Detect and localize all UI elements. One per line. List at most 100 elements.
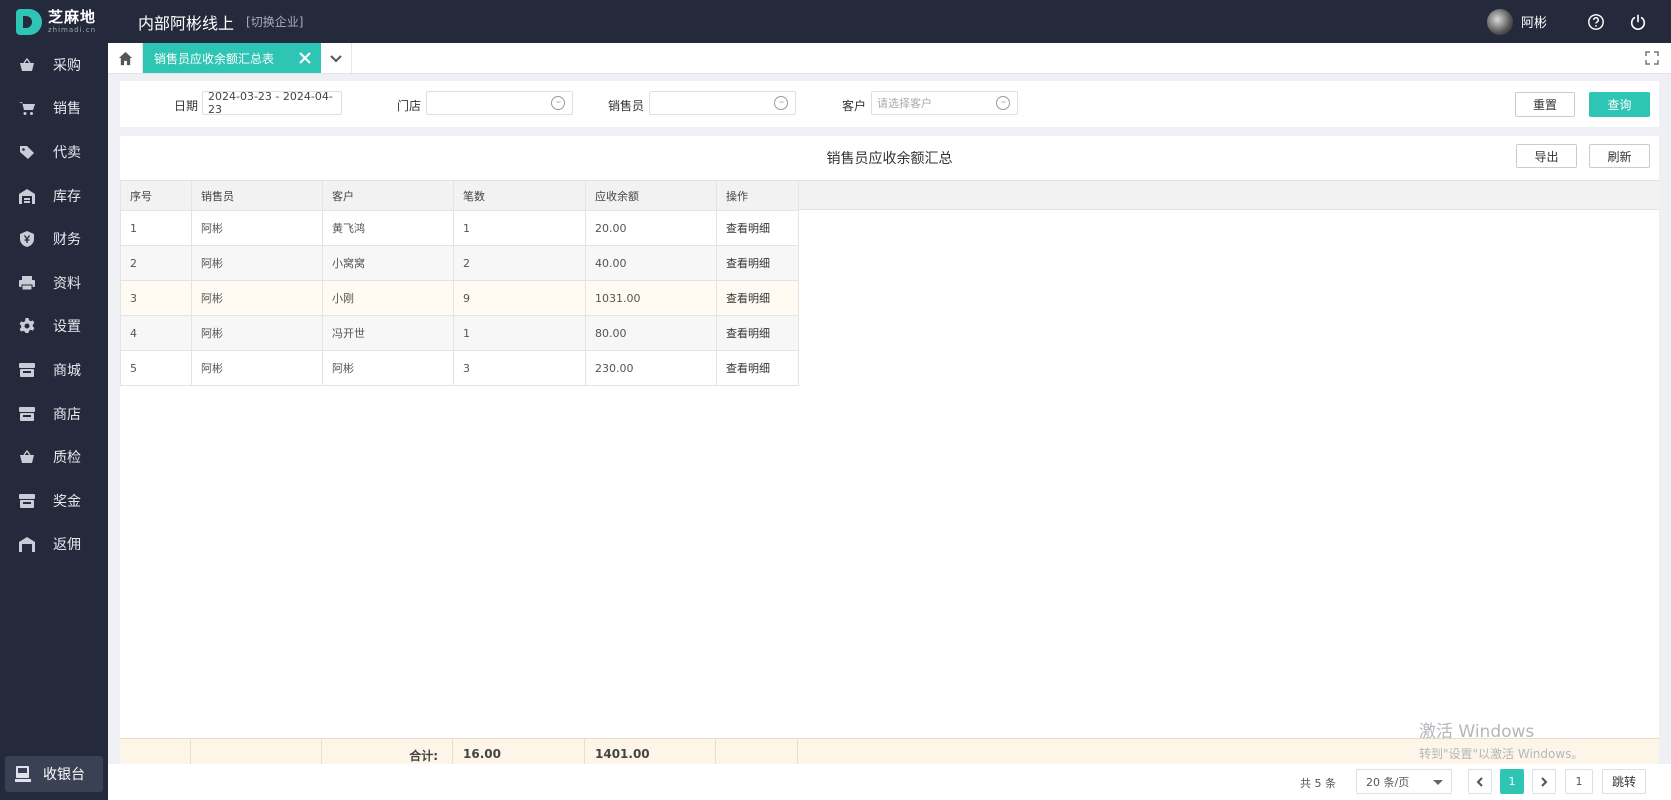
pagination: 共 5 条 20 条/页 1 1 跳转 [108, 764, 1671, 800]
cashier-button[interactable]: 收银台 [5, 756, 103, 792]
shield-yen-icon [18, 231, 35, 248]
refresh-button[interactable]: 刷新 [1589, 144, 1650, 168]
more-icon[interactable]: ··· [551, 96, 565, 110]
top-bar: 芝麻地 zhimadi.cn 内部阿彬线上 [切换企业] 阿彬 [0, 0, 1671, 43]
column-header[interactable]: 序号 [120, 180, 192, 211]
view-detail-link[interactable]: 查看明细 [716, 210, 799, 246]
fullscreen-button[interactable] [1633, 43, 1671, 73]
sidebar-item-shop[interactable]: 商店 [0, 392, 108, 436]
sidebar-item-settings[interactable]: 设置 [0, 305, 108, 349]
store-select[interactable]: ··· [426, 91, 573, 115]
basket-check-icon [18, 449, 35, 466]
sidebar-item-quality[interactable]: 质检 [0, 435, 108, 479]
view-detail-link[interactable]: 查看明细 [716, 315, 799, 351]
username[interactable]: 阿彬 [1521, 12, 1547, 31]
total-count: 16.00 [453, 739, 585, 764]
jump-button[interactable]: 跳转 [1602, 769, 1646, 794]
tab-salesperson-receivable[interactable]: 销售员应收余额汇总表 [143, 43, 321, 73]
sidebar-item-finance[interactable]: 财务 [0, 217, 108, 261]
view-detail-link[interactable]: 查看明细 [716, 280, 799, 316]
column-header[interactable]: 笔数 [453, 180, 586, 211]
page-size-value: 20 条/页 [1366, 775, 1410, 789]
printer-icon [18, 274, 35, 291]
column-header[interactable]: 操作 [716, 180, 799, 211]
close-icon[interactable] [289, 43, 321, 74]
sidebar-item-label: 商店 [53, 406, 81, 423]
sidebar-item-inventory[interactable]: 库存 [0, 174, 108, 218]
cell-no: 2 [120, 245, 192, 281]
sidebar-item-label: 奖金 [53, 493, 81, 510]
store-icon [18, 361, 35, 378]
cart-icon [18, 100, 35, 117]
caret-down-icon [1433, 780, 1443, 785]
cell-count: 9 [453, 280, 586, 316]
cell-customer: 阿彬 [322, 350, 454, 386]
cell-count: 1 [453, 315, 586, 351]
cell-customer: 冯开世 [322, 315, 454, 351]
sidebar-item-label: 库存 [53, 188, 81, 205]
tab-label: 销售员应收余额汇总表 [154, 51, 275, 66]
customer-select[interactable]: 请选择客户 ··· [871, 91, 1018, 115]
rebate-icon [18, 536, 35, 553]
cell-no: 4 [120, 315, 192, 351]
sidebar-item-bonus[interactable]: 奖金 [0, 479, 108, 523]
view-detail-link[interactable]: 查看明细 [716, 245, 799, 281]
sidebar-item-label: 采购 [53, 57, 81, 74]
cell-no: 5 [120, 350, 192, 386]
company-name: 内部阿彬线上 [138, 13, 235, 33]
sidebar-item-data[interactable]: 资料 [0, 261, 108, 305]
table-header-row: 序号 销售员 客户 笔数 应收余额 操作 [120, 180, 799, 211]
view-detail-link[interactable]: 查看明细 [716, 350, 799, 386]
table-row: 4 阿彬 冯开世 1 80.00 查看明细 [120, 315, 799, 351]
cell-count: 3 [453, 350, 586, 386]
sidebar-item-consignment[interactable]: 代卖 [0, 130, 108, 174]
jump-page-input[interactable]: 1 [1565, 769, 1593, 794]
switch-company-link[interactable]: [切换企业] [246, 13, 303, 30]
page-number-button[interactable]: 1 [1500, 769, 1524, 794]
total-balance: 1401.00 [585, 739, 716, 764]
tab-dropdown[interactable] [321, 43, 352, 73]
page-size-select[interactable]: 20 条/页 [1356, 769, 1452, 794]
export-button[interactable]: 导出 [1516, 144, 1577, 168]
table-header-filler [799, 180, 1659, 210]
windows-activation-watermark: 激活 Windows 转到"设置"以激活 Windows。 [1419, 717, 1583, 762]
salesperson-select[interactable]: ··· [649, 91, 796, 115]
more-icon[interactable]: ··· [774, 96, 788, 110]
warehouse-icon [18, 187, 35, 204]
reset-button[interactable]: 重置 [1515, 92, 1575, 117]
sidebar: 采购 销售 代卖 库存 财务 资料 设置 商城 商店 质检 奖金 返佣 收银台 [0, 43, 108, 800]
sidebar-item-label: 设置 [53, 319, 81, 336]
table-row: 5 阿彬 阿彬 3 230.00 查看明细 [120, 350, 799, 386]
home-icon [118, 51, 132, 65]
logo[interactable]: 芝麻地 zhimadi.cn [0, 0, 108, 43]
cell-salesperson: 阿彬 [191, 350, 323, 386]
prev-page-button[interactable] [1468, 769, 1492, 794]
watermark-line-1: 激活 Windows [1419, 722, 1535, 742]
sidebar-item-rebate[interactable]: 返佣 [0, 523, 108, 567]
sidebar-item-sales[interactable]: 销售 [0, 87, 108, 131]
report-panel: 销售员应收余额汇总 导出 刷新 序号 销售员 客户 笔数 应收余额 操作 1 阿… [120, 136, 1659, 764]
table-row: 3 阿彬 小刚 9 1031.00 查看明细 [120, 280, 799, 316]
logo-text: 芝麻地 [48, 7, 97, 26]
logo-subtext: zhimadi.cn [48, 25, 97, 34]
date-range-value: 2024-03-23 - 2024-04-23 [208, 90, 333, 116]
total-count-text: 共 5 条 [1300, 777, 1336, 790]
help-icon[interactable] [1587, 13, 1605, 31]
query-button[interactable]: 查询 [1589, 92, 1650, 117]
date-range-input[interactable]: 2024-03-23 - 2024-04-23 [202, 90, 342, 116]
store-label: 门店 [397, 99, 422, 113]
more-icon[interactable]: ··· [996, 96, 1010, 110]
column-header[interactable]: 应收余额 [585, 180, 717, 211]
basket-icon [18, 56, 35, 73]
column-header[interactable]: 客户 [322, 180, 454, 211]
next-page-button[interactable] [1532, 769, 1556, 794]
tab-home[interactable] [108, 43, 143, 73]
sidebar-item-label: 财务 [53, 232, 81, 249]
power-icon[interactable] [1629, 13, 1647, 31]
sidebar-item-purchase[interactable]: 采购 [0, 43, 108, 87]
sidebar-item-mall[interactable]: 商城 [0, 348, 108, 392]
column-header[interactable]: 销售员 [191, 180, 323, 211]
sidebar-item-label: 返佣 [53, 537, 81, 554]
avatar[interactable] [1486, 8, 1513, 35]
cashier-icon [15, 766, 31, 782]
